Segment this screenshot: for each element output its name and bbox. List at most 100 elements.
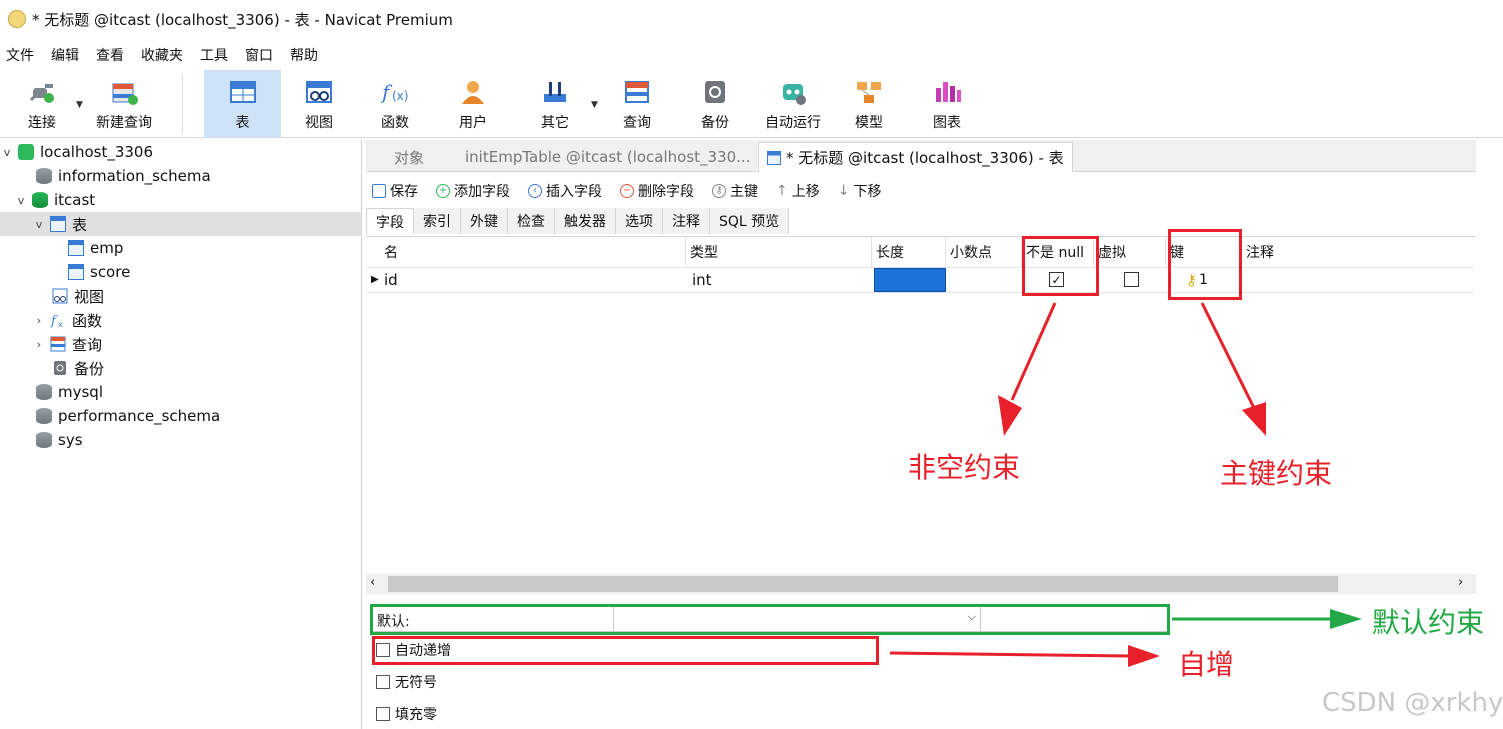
move-up-button[interactable]: ↑ 上移 (776, 181, 820, 201)
tab-indexes[interactable]: 索引 (414, 208, 461, 234)
connection-tree: v localhost_3306 information_schema v it… (0, 140, 362, 729)
database-icon (32, 192, 48, 208)
menu-favorites[interactable]: 收藏夹 (141, 45, 194, 65)
tree-node-information-schema[interactable]: information_schema (18, 164, 211, 188)
scroll-left-icon[interactable]: ‹ (370, 575, 375, 590)
tab-options[interactable]: 选项 (616, 208, 663, 234)
cell-field-length[interactable] (874, 268, 946, 292)
tab-foreign-keys[interactable]: 外键 (461, 208, 508, 234)
model-icon (854, 78, 884, 106)
tab-checks[interactable]: 检查 (508, 208, 555, 234)
menu-help[interactable]: 帮助 (290, 45, 329, 65)
connect-button[interactable]: 连接 (14, 70, 70, 138)
unsigned-checkbox[interactable] (376, 675, 390, 689)
row-pointer-icon: ▶ (371, 274, 379, 285)
autorun-button[interactable]: 自动运行 (760, 70, 826, 138)
other-dropdown-icon[interactable]: ▼ (591, 100, 598, 110)
horizontal-scrollbar[interactable]: ‹ › (366, 574, 1476, 594)
collapse-icon[interactable]: v (14, 194, 28, 207)
insert-icon: ‹ (528, 184, 542, 198)
menu-bar: 文件 编辑 查看 收藏夹 工具 窗口 帮助 (0, 40, 1503, 70)
unsigned-option[interactable]: 无符号 (376, 672, 437, 692)
col-header-virtual[interactable]: 虚拟 (1094, 237, 1166, 267)
tab-untitled-table[interactable]: * 无标题 @itcast (localhost_3306) - 表 (758, 142, 1073, 172)
menu-file[interactable]: 文件 (6, 45, 45, 65)
cell-field-name[interactable]: id (380, 267, 398, 293)
model-button[interactable]: 模型 (840, 70, 898, 138)
tree-node-queries[interactable]: › 查询 (32, 332, 102, 356)
table-button[interactable]: 表 (204, 70, 281, 138)
tab-sql-preview[interactable]: SQL 预览 (710, 208, 790, 234)
user-button[interactable]: 用户 (444, 70, 502, 138)
menu-view[interactable]: 查看 (96, 45, 135, 65)
other-button[interactable]: 其它 (526, 70, 584, 138)
menu-window[interactable]: 窗口 (245, 45, 284, 65)
tree-node-connection[interactable]: v localhost_3306 (0, 140, 153, 164)
tree-node-mysql[interactable]: mysql (18, 380, 103, 404)
tab-objects[interactable]: 对象 (386, 142, 432, 172)
field-toolbar: 保存 + 添加字段 ‹ 插入字段 − 删除字段 ⚷ 主键 ↑ 上移 ↓ 下移 (366, 176, 1476, 206)
fields-grid: 名 类型 长度 小数点 不是 null 虚拟 键 注释 ▶ id int ✓ ⚷… (366, 236, 1476, 576)
tab-fields[interactable]: 字段 (366, 208, 414, 234)
expand-icon[interactable]: › (32, 338, 46, 351)
delete-field-button[interactable]: − 删除字段 (620, 181, 694, 201)
table-icon (50, 216, 66, 232)
primary-key-annotation: 主键约束 (1220, 457, 1333, 490)
expand-icon[interactable]: › (32, 314, 46, 327)
tree-node-tables[interactable]: v 表 (0, 212, 362, 236)
backup-button[interactable]: 备份 (686, 70, 744, 138)
add-field-button[interactable]: + 添加字段 (436, 181, 510, 201)
tree-node-performance-schema[interactable]: performance_schema (18, 404, 220, 428)
svg-text:x: x (58, 320, 63, 328)
tree-node-sys[interactable]: sys (18, 428, 83, 452)
tree-node-itcast[interactable]: v itcast (14, 188, 95, 212)
menu-edit[interactable]: 编辑 (51, 45, 90, 65)
auto-increment-highlight-box (372, 636, 879, 665)
not-null-highlight-box (1022, 236, 1099, 296)
primary-key-button[interactable]: ⚷ 主键 (712, 181, 758, 201)
zerofill-option[interactable]: 填充零 (376, 704, 437, 724)
database-icon (36, 384, 52, 400)
insert-field-button[interactable]: ‹ 插入字段 (528, 181, 602, 201)
tree-node-emp[interactable]: emp (68, 236, 123, 260)
table-icon (228, 78, 258, 106)
zerofill-checkbox[interactable] (376, 707, 390, 721)
chart-button[interactable]: 图表 (918, 70, 976, 138)
save-icon (372, 184, 386, 198)
scroll-right-icon[interactable]: › (1458, 575, 1463, 590)
query-icon (50, 336, 66, 352)
virtual-checkbox[interactable] (1124, 272, 1139, 287)
view-button[interactable]: 视图 (290, 70, 348, 138)
col-header-decimals[interactable]: 小数点 (946, 237, 1022, 267)
default-highlight-box (370, 604, 1170, 635)
cell-field-type[interactable]: int (688, 267, 712, 293)
database-icon (36, 168, 52, 184)
auto-inc-annotation: 自增 (1178, 648, 1235, 681)
menu-tools[interactable]: 工具 (200, 45, 239, 65)
chart-icon (932, 78, 962, 106)
collapse-icon[interactable]: v (0, 146, 14, 159)
col-header-length[interactable]: 长度 (872, 237, 946, 267)
col-header-comment[interactable]: 注释 (1242, 237, 1472, 267)
col-header-name[interactable]: 名 (380, 237, 686, 267)
title-bar: * 无标题 @itcast (localhost_3306) - 表 - Nav… (0, 0, 1503, 38)
key-highlight-box (1168, 229, 1242, 300)
scrollbar-thumb[interactable] (388, 576, 1338, 592)
svg-text:f: f (50, 314, 58, 328)
tree-node-views[interactable]: 视图 (52, 284, 104, 308)
tab-triggers[interactable]: 触发器 (555, 208, 616, 234)
tree-node-backups[interactable]: 备份 (52, 356, 104, 380)
watermark: CSDN @xrkhy (1322, 688, 1503, 718)
connect-dropdown-icon[interactable]: ▼ (76, 100, 83, 110)
move-down-button[interactable]: ↓ 下移 (838, 181, 882, 201)
save-button[interactable]: 保存 (372, 181, 418, 201)
collapse-icon[interactable]: v (32, 218, 46, 231)
tree-node-score[interactable]: score (68, 260, 130, 284)
tab-comment[interactable]: 注释 (663, 208, 710, 234)
tab-init-emp-table[interactable]: initEmpTable @itcast (localhost_330... (452, 142, 758, 172)
col-header-type[interactable]: 类型 (686, 237, 872, 267)
query-button[interactable]: 查询 (608, 70, 666, 138)
tree-node-functions[interactable]: › fx 函数 (32, 308, 102, 332)
new-query-button[interactable]: 新建查询 (90, 70, 158, 138)
function-button[interactable]: f (x) 函数 (366, 70, 424, 138)
